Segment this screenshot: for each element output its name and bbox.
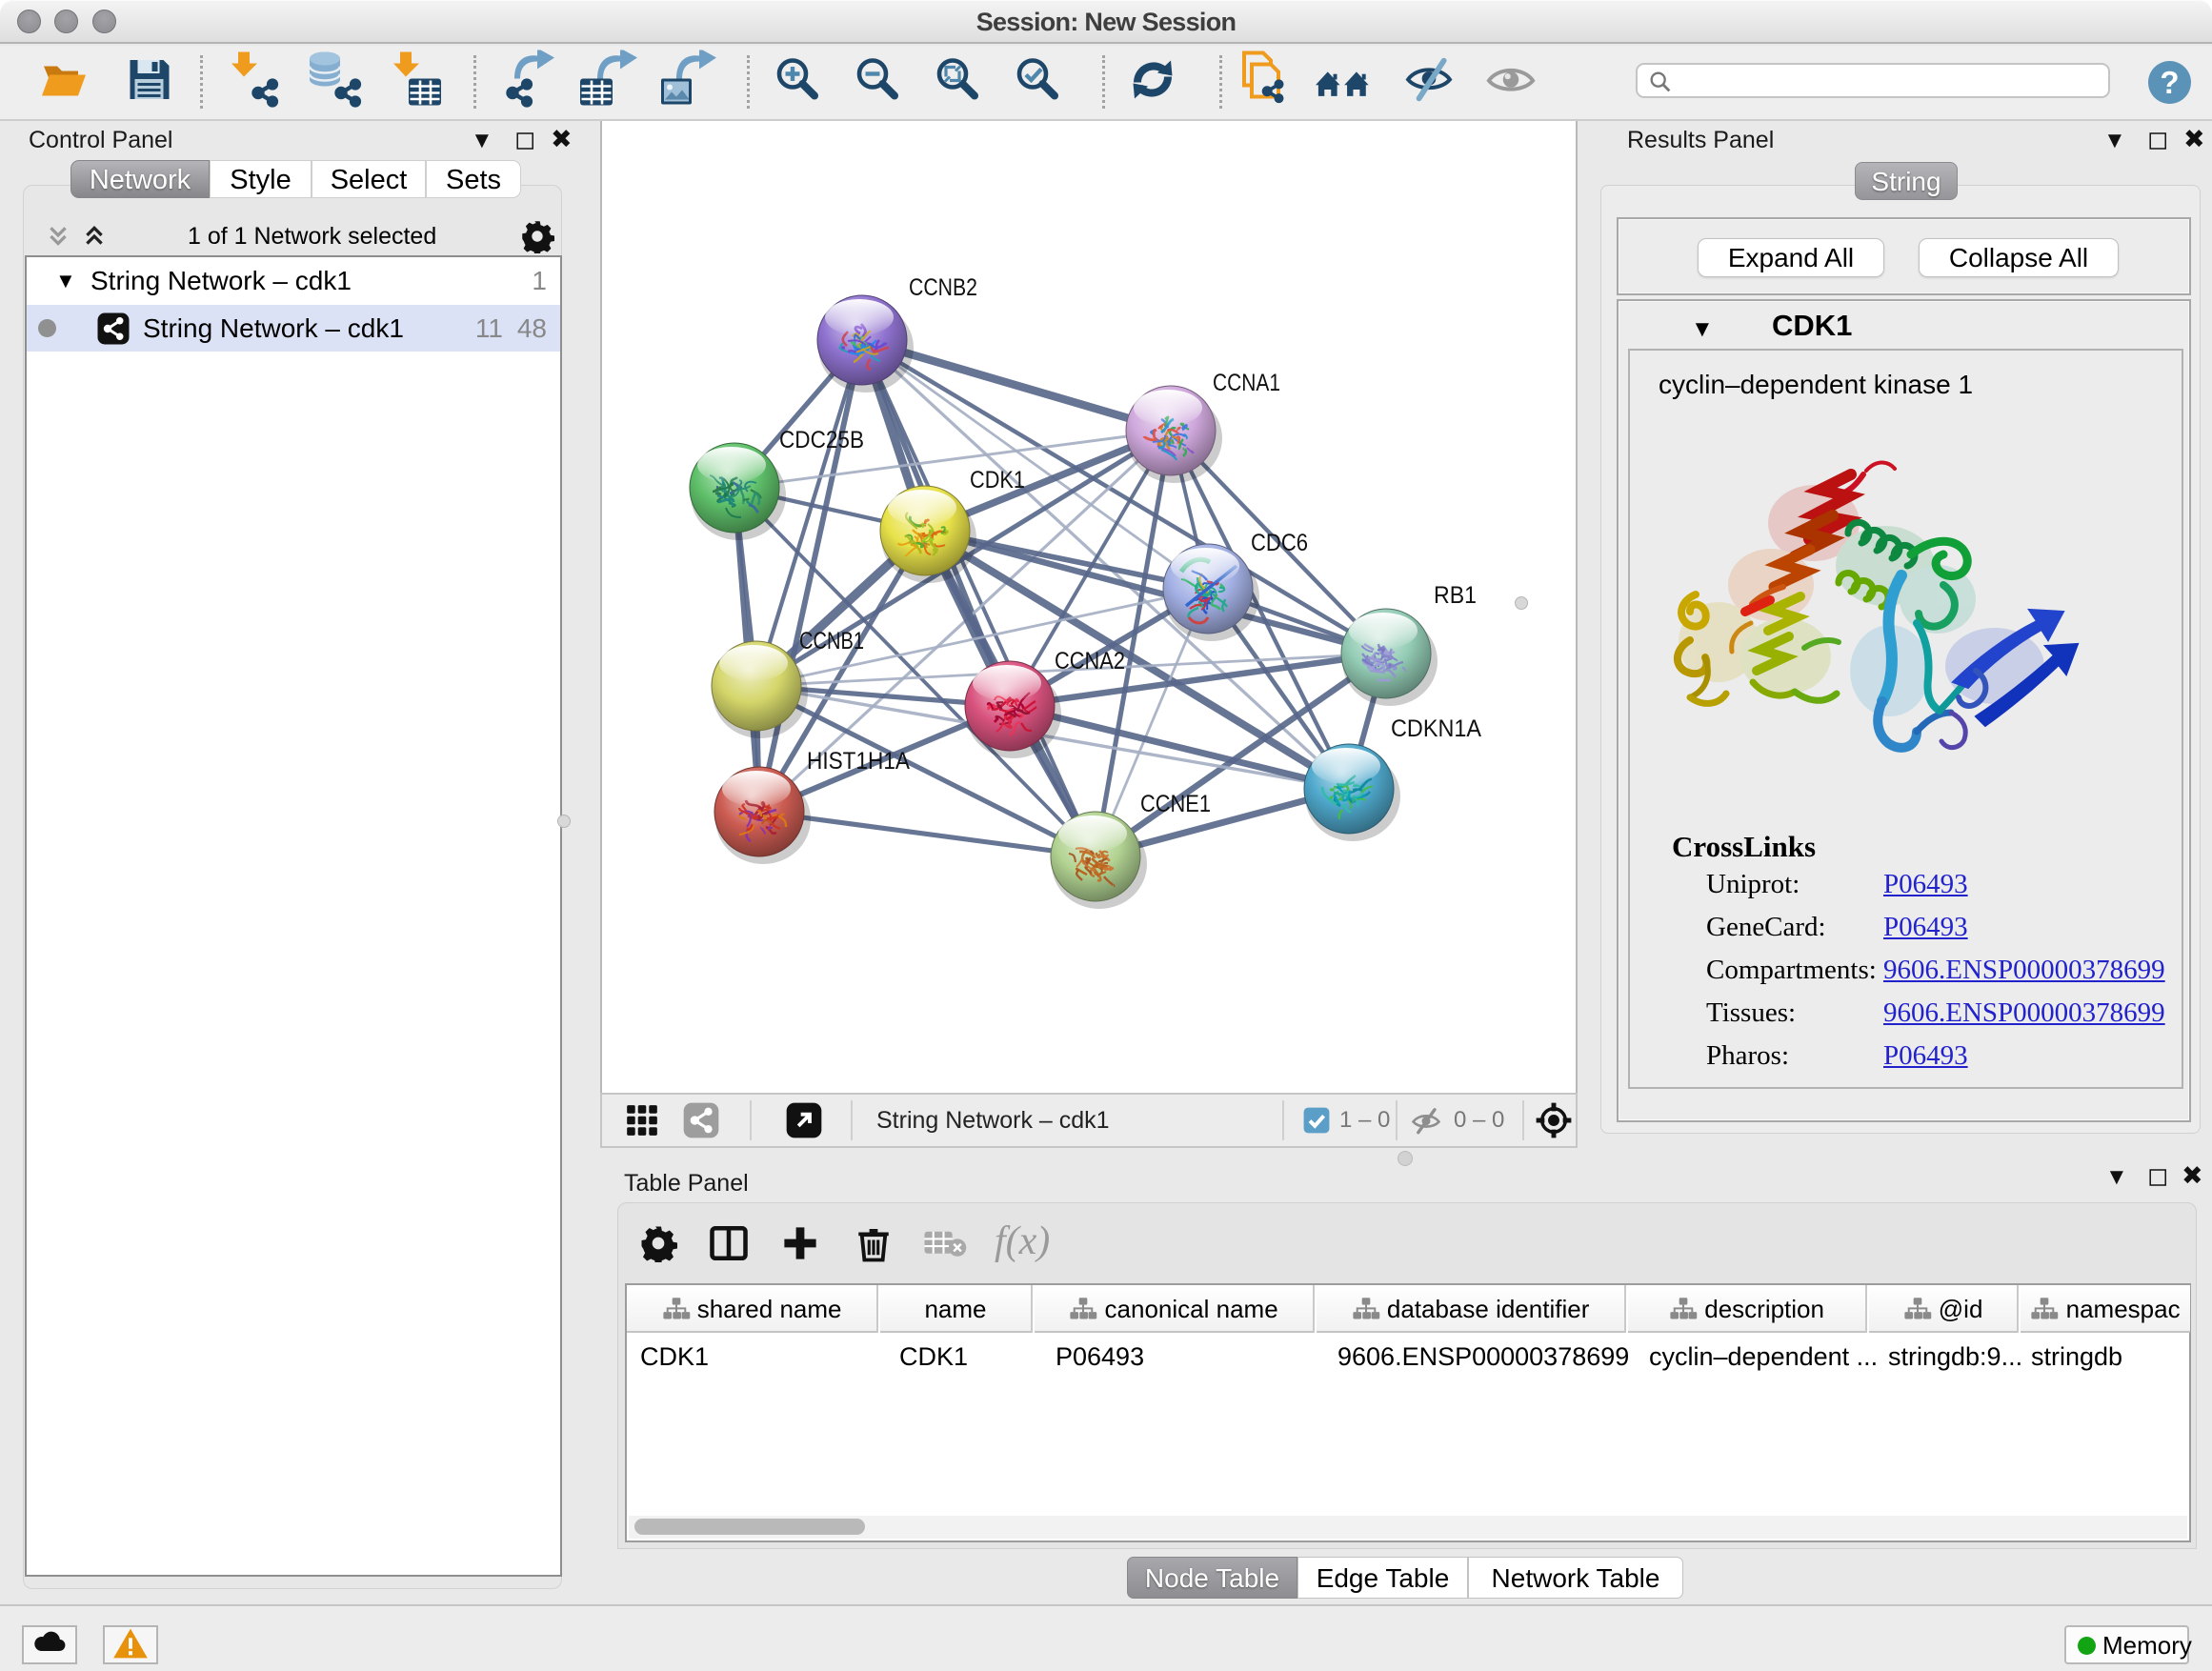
- svg-text:CCNB2: CCNB2: [909, 274, 977, 301]
- svg-text:CDC6: CDC6: [1251, 530, 1308, 556]
- svg-text:RB1: RB1: [1434, 582, 1477, 609]
- svg-text:CDK1: CDK1: [970, 467, 1025, 493]
- svg-text:CCNE1: CCNE1: [1140, 791, 1211, 817]
- svg-text:CCNB1: CCNB1: [799, 628, 864, 654]
- svg-text:CDKN1A: CDKN1A: [1391, 715, 1481, 742]
- svg-text:CCNA2: CCNA2: [1055, 648, 1125, 674]
- svg-text:CCNA1: CCNA1: [1213, 370, 1280, 396]
- svg-text:CDC25B: CDC25B: [779, 427, 864, 453]
- svg-text:HIST1H1A: HIST1H1A: [807, 748, 910, 775]
